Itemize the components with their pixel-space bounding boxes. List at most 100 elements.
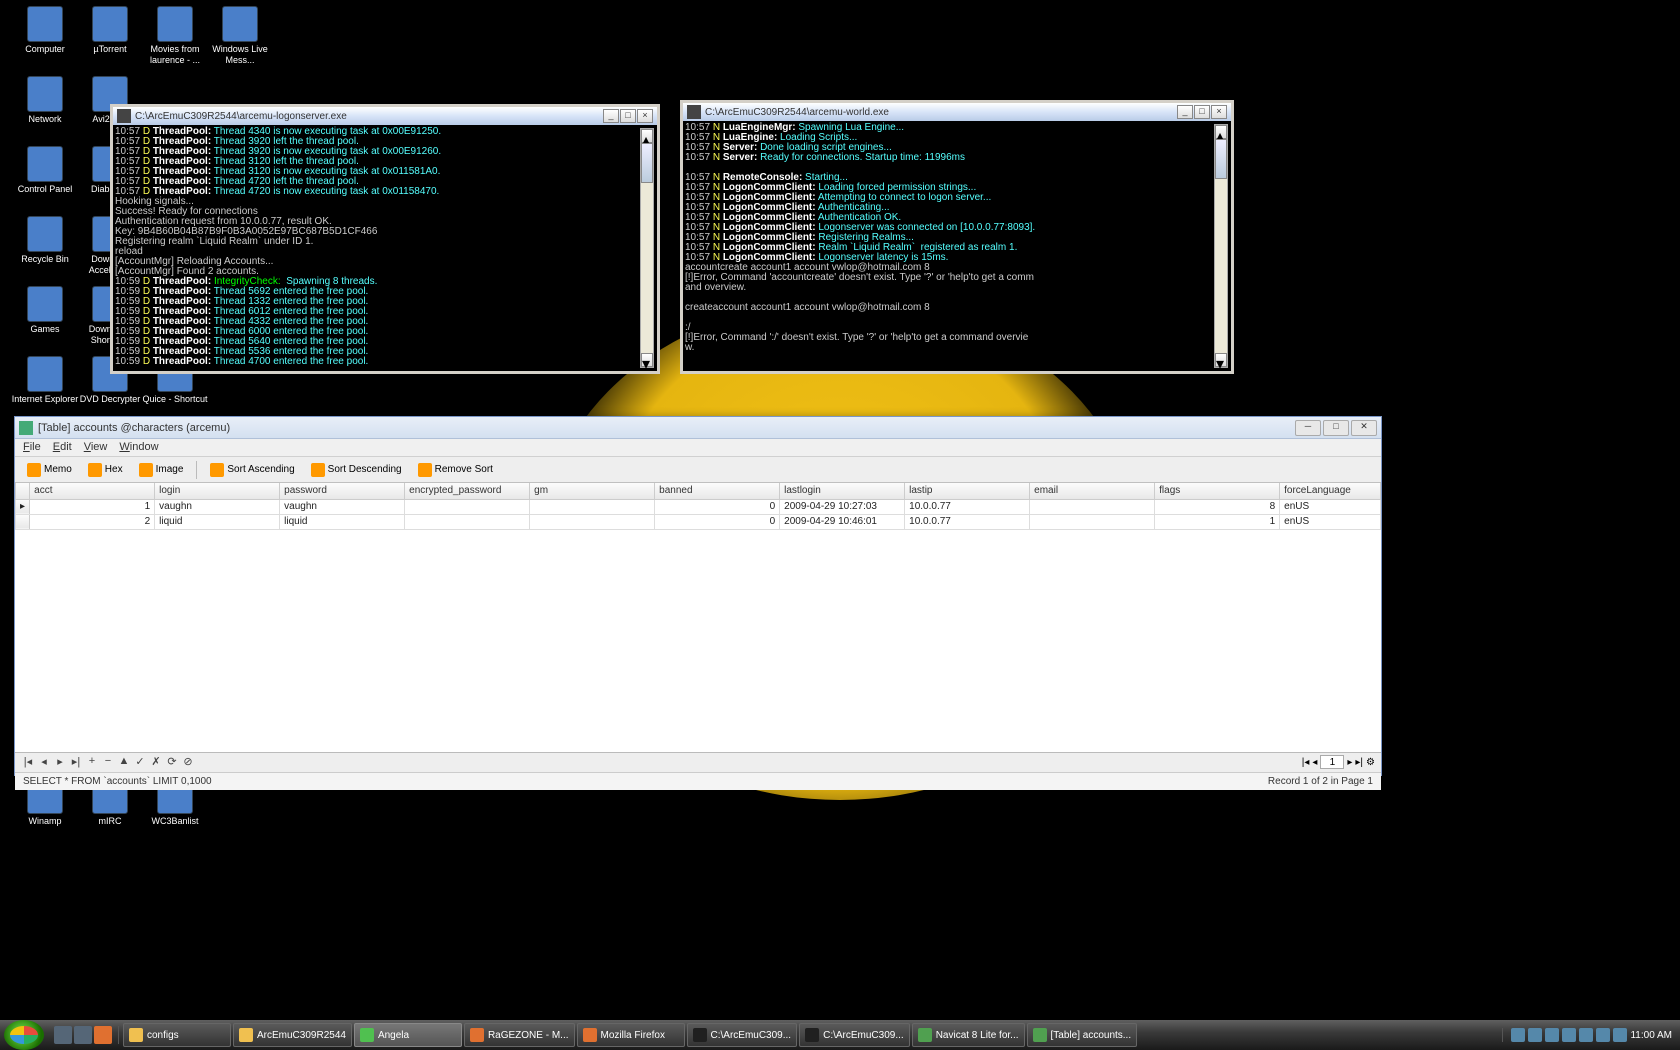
cell-login[interactable]: liquid <box>155 514 280 529</box>
close-button[interactable]: × <box>637 109 653 123</box>
scroll-down[interactable]: ▾ <box>1215 353 1227 367</box>
scroll-thumb[interactable] <box>1215 139 1227 179</box>
start-button[interactable] <box>4 1020 44 1050</box>
column-email[interactable]: email <box>1030 483 1155 499</box>
navicat-titlebar[interactable]: [Table] accounts @characters (arcemu) ─ … <box>15 417 1381 439</box>
maximize-button[interactable]: □ <box>1323 420 1349 436</box>
cell-encrypted_password[interactable] <box>405 514 530 529</box>
column-password[interactable]: password <box>280 483 405 499</box>
page-next[interactable]: ▸ <box>1347 757 1352 768</box>
cell-banned[interactable]: 0 <box>655 514 780 529</box>
tray-icon[interactable] <box>1545 1028 1559 1042</box>
desktop-icon[interactable]: Games <box>10 286 80 335</box>
cell-email[interactable] <box>1030 514 1155 529</box>
column-login[interactable]: login <box>155 483 280 499</box>
close-button[interactable]: ✕ <box>1351 420 1377 436</box>
cell-password[interactable]: vaughn <box>280 499 405 514</box>
toolbar-remove-sort[interactable]: Remove Sort <box>412 460 499 480</box>
cell-lastlogin[interactable]: 2009-04-29 10:46:01 <box>780 514 905 529</box>
nav-last[interactable]: ▸| <box>69 755 83 769</box>
accounts-table[interactable]: acctloginpasswordencrypted_passwordgmban… <box>15 483 1381 530</box>
nav-add[interactable]: + <box>85 755 99 769</box>
page-input[interactable] <box>1320 755 1344 769</box>
maximize-button[interactable]: □ <box>1194 105 1210 119</box>
table-row[interactable]: ▸1vaughnvaughn02009-04-29 10:27:0310.0.0… <box>16 499 1381 514</box>
taskbar-item[interactable]: Mozilla Firefox <box>577 1023 685 1047</box>
cell-acct[interactable]: 1 <box>30 499 155 514</box>
taskbar-item[interactable]: C:\ArcEmuC309... <box>799 1023 910 1047</box>
desktop-icon[interactable]: Movies from laurence - ... <box>140 6 210 66</box>
nav-post[interactable]: ✓ <box>133 755 147 769</box>
taskbar-item[interactable]: ArcEmuC309R2544 <box>233 1023 352 1047</box>
page-prev[interactable]: ◂ <box>1312 757 1317 768</box>
cell-lastip[interactable]: 10.0.0.77 <box>905 499 1030 514</box>
console-logonserver[interactable]: C:\ArcEmuC309R2544\arcemu-logonserver.ex… <box>110 104 660 374</box>
tray-network-icon[interactable] <box>1596 1028 1610 1042</box>
desktop-icon[interactable]: Internet Explorer <box>10 356 80 405</box>
tray-volume-icon[interactable] <box>1613 1028 1627 1042</box>
page-first[interactable]: |◂ <box>1302 757 1310 768</box>
desktop-icon[interactable]: µTorrent <box>75 6 145 55</box>
tray-icon[interactable] <box>1528 1028 1542 1042</box>
desktop-icon[interactable]: Recycle Bin <box>10 216 80 265</box>
column-gm[interactable]: gm <box>530 483 655 499</box>
taskbar-item[interactable]: C:\ArcEmuC309... <box>687 1023 798 1047</box>
menu-window[interactable]: Window <box>119 441 158 454</box>
cell-lastlogin[interactable]: 2009-04-29 10:27:03 <box>780 499 905 514</box>
taskbar-item[interactable]: Angela <box>354 1023 462 1047</box>
tray-icon[interactable] <box>1511 1028 1525 1042</box>
console1-titlebar[interactable]: C:\ArcEmuC309R2544\arcemu-logonserver.ex… <box>113 107 657 125</box>
menu-view[interactable]: View <box>84 441 108 454</box>
cell-forceLanguage[interactable]: enUS <box>1280 514 1381 529</box>
toolbar-sort-descending[interactable]: Sort Descending <box>305 460 408 480</box>
console-world[interactable]: C:\ArcEmuC309R2544\arcemu-world.exe _ □ … <box>680 100 1234 374</box>
cell-flags[interactable]: 8 <box>1155 499 1280 514</box>
nav-remove[interactable]: − <box>101 755 115 769</box>
column-flags[interactable]: flags <box>1155 483 1280 499</box>
column-acct[interactable]: acct <box>30 483 155 499</box>
taskbar-item[interactable]: [Table] accounts... <box>1027 1023 1138 1047</box>
nav-next[interactable]: ▸ <box>53 755 67 769</box>
cell-password[interactable]: liquid <box>280 514 405 529</box>
menu-file[interactable]: File <box>23 441 41 454</box>
cell-acct[interactable]: 2 <box>30 514 155 529</box>
nav-prev[interactable]: ◂ <box>37 755 51 769</box>
maximize-button[interactable]: □ <box>620 109 636 123</box>
toolbar-hex[interactable]: Hex <box>82 460 129 480</box>
page-last[interactable]: ▸| <box>1355 757 1363 768</box>
nav-refresh[interactable]: ⟳ <box>165 755 179 769</box>
cell-forceLanguage[interactable]: enUS <box>1280 499 1381 514</box>
ql-switch-windows[interactable] <box>74 1026 92 1044</box>
cell-banned[interactable]: 0 <box>655 499 780 514</box>
console1-scrollbar[interactable]: ▴ ▾ <box>640 128 654 368</box>
ql-show-desktop[interactable] <box>54 1026 72 1044</box>
column-lastip[interactable]: lastip <box>905 483 1030 499</box>
cell-encrypted_password[interactable] <box>405 499 530 514</box>
minimize-button[interactable]: _ <box>1177 105 1193 119</box>
taskbar-item[interactable]: configs <box>123 1023 231 1047</box>
tray-icon[interactable] <box>1562 1028 1576 1042</box>
console2-titlebar[interactable]: C:\ArcEmuC309R2544\arcemu-world.exe _ □ … <box>683 103 1231 121</box>
console2-scrollbar[interactable]: ▴ ▾ <box>1214 124 1228 368</box>
desktop-icon[interactable]: Computer <box>10 6 80 55</box>
cell-gm[interactable] <box>530 499 655 514</box>
minimize-button[interactable]: _ <box>603 109 619 123</box>
cell-login[interactable]: vaughn <box>155 499 280 514</box>
scroll-thumb[interactable] <box>641 143 653 183</box>
cell-email[interactable] <box>1030 499 1155 514</box>
table-row[interactable]: 2liquidliquid02009-04-29 10:46:0110.0.0.… <box>16 514 1381 529</box>
toolbar-memo[interactable]: Memo <box>21 460 78 480</box>
nav-edit[interactable]: ▲ <box>117 755 131 769</box>
column-encrypted_password[interactable]: encrypted_password <box>405 483 530 499</box>
taskbar-item[interactable]: Navicat 8 Lite for... <box>912 1023 1025 1047</box>
column-lastlogin[interactable]: lastlogin <box>780 483 905 499</box>
scroll-up[interactable]: ▴ <box>641 129 653 143</box>
cell-flags[interactable]: 1 <box>1155 514 1280 529</box>
toolbar-image[interactable]: Image <box>133 460 190 480</box>
ql-firefox[interactable] <box>94 1026 112 1044</box>
close-button[interactable]: × <box>1211 105 1227 119</box>
cell-lastip[interactable]: 10.0.0.77 <box>905 514 1030 529</box>
toolbar-sort-ascending[interactable]: Sort Ascending <box>204 460 300 480</box>
page-settings[interactable]: ⚙ <box>1366 757 1375 768</box>
navicat-window[interactable]: [Table] accounts @characters (arcemu) ─ … <box>14 416 1382 776</box>
